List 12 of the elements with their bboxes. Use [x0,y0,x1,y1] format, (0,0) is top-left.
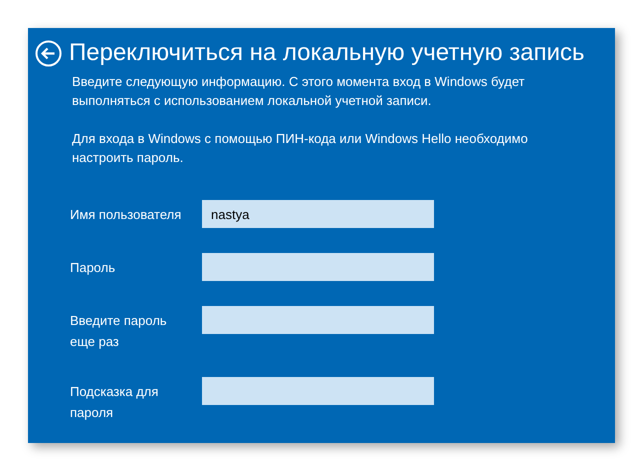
text-field[interactable] [202,377,434,405]
text-field[interactable] [202,253,434,281]
window-title: Переключиться на локальную учетную запись [69,38,585,68]
text-field[interactable]: nastya [202,200,434,228]
field-label: Пароль [70,259,116,277]
instruction-text: Введите следующую информацию. С этого момента вход в Windows будет выполняться с использованием локальной учетной записи. [72,73,526,110]
field-label: Имя пользователя [70,206,182,224]
back-button[interactable] [35,40,62,66]
field-label: Подсказка для пароля [70,383,160,422]
field-label: Введите пароль еще раз [70,312,168,351]
text-field[interactable] [202,306,434,334]
instruction-text: Для входа в Windows с помощью ПИН-кода или Windows Hello необходимо настроить пароль. [72,130,529,167]
